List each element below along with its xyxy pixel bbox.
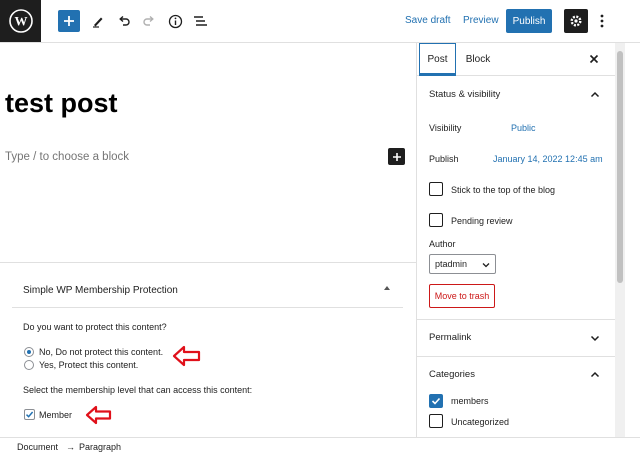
undo-button[interactable] xyxy=(112,9,136,33)
checkmark-icon xyxy=(25,411,34,418)
level-prompt: Select the membership level that can acc… xyxy=(23,385,253,395)
sticky-checkbox[interactable] xyxy=(429,182,443,196)
annotation-arrow-icon xyxy=(172,345,201,367)
pen-icon xyxy=(93,17,103,28)
save-draft-button[interactable]: Save draft xyxy=(405,15,451,26)
visibility-label: Visibility xyxy=(429,123,462,133)
tools-button[interactable] xyxy=(86,9,110,33)
add-block-button[interactable] xyxy=(58,10,80,32)
sidebar-scrollbar-thumb[interactable] xyxy=(617,51,623,283)
caret-up-icon[interactable] xyxy=(384,286,390,290)
meta-box-header[interactable]: Simple WP Membership Protection xyxy=(12,273,403,308)
checkmark-icon xyxy=(431,397,441,405)
visibility-value[interactable]: Public xyxy=(511,123,536,133)
publish-label: Publish xyxy=(429,154,459,164)
category-members-label: members xyxy=(451,396,489,406)
preview-button[interactable]: Preview xyxy=(463,15,499,26)
publish-date-value[interactable]: January 14, 2022 12:45 am xyxy=(493,154,603,164)
undo-icon xyxy=(119,15,130,26)
list-view-icon xyxy=(193,16,207,26)
categories-title: Categories xyxy=(429,369,475,380)
move-to-trash-button[interactable]: Move to trash xyxy=(429,284,495,308)
author-select[interactable]: ptadmin xyxy=(429,254,496,274)
wordpress-logo-button[interactable]: W xyxy=(0,0,41,42)
author-label: Author xyxy=(429,239,456,249)
radio-no-protect-label: No, Do not protect this content. xyxy=(39,347,164,357)
settings-button[interactable] xyxy=(564,9,588,33)
radio-protect-label: Yes, Protect this content. xyxy=(39,360,139,370)
editor-top-toolbar: W Save draft Preview Publish xyxy=(0,0,640,43)
meta-boxes-area: Simple WP Membership Protection Do you w… xyxy=(0,262,416,438)
chevron-down-icon xyxy=(482,263,490,268)
status-visibility-title: Status & visibility xyxy=(429,89,501,100)
publish-button[interactable]: Publish xyxy=(506,9,552,33)
permalink-title: Permalink xyxy=(429,332,472,343)
author-select-value: ptadmin xyxy=(435,259,468,269)
member-level-checkbox[interactable] xyxy=(24,409,35,420)
wordpress-logo-icon: W xyxy=(8,9,33,33)
status-visibility-panel-toggle[interactable]: Status & visibility xyxy=(417,77,615,113)
close-sidebar-button[interactable] xyxy=(587,52,601,66)
pending-review-checkbox[interactable] xyxy=(429,213,443,227)
category-uncategorized-label: Uncategorized xyxy=(451,417,510,427)
breadcrumb-paragraph[interactable]: Paragraph xyxy=(79,442,121,452)
chevron-up-icon xyxy=(590,371,600,378)
plus-icon xyxy=(392,152,401,161)
list-view-button[interactable] xyxy=(188,9,212,33)
annotation-arrow-icon xyxy=(85,405,112,425)
chevron-down-icon xyxy=(590,335,600,342)
radio-no-protect[interactable] xyxy=(24,347,34,357)
meta-box-title: Simple WP Membership Protection xyxy=(23,285,178,296)
categories-panel-toggle[interactable]: Categories xyxy=(417,357,615,393)
breadcrumb-document[interactable]: Document xyxy=(17,442,58,452)
category-uncategorized-checkbox[interactable] xyxy=(429,414,443,428)
protect-question: Do you want to protect this content? xyxy=(23,322,167,332)
sticky-label: Stick to the top of the blog xyxy=(451,185,556,195)
member-level-label: Member xyxy=(39,410,73,420)
post-title[interactable]: test post xyxy=(5,88,118,119)
details-button[interactable] xyxy=(163,9,187,33)
breadcrumb-separator: → xyxy=(66,442,75,452)
redo-button[interactable] xyxy=(137,9,161,33)
gear-icon xyxy=(570,15,582,27)
membership-protection-box: Simple WP Membership Protection Do you w… xyxy=(12,273,403,433)
vertical-ellipsis-icon xyxy=(600,14,604,28)
block-inserter-button[interactable] xyxy=(388,148,405,165)
plus-icon xyxy=(64,16,74,26)
options-menu-button[interactable] xyxy=(594,9,610,33)
close-icon xyxy=(589,54,599,64)
chevron-up-icon xyxy=(590,91,600,98)
permalink-panel-toggle[interactable]: Permalink xyxy=(417,320,615,356)
sidebar-tabs: Post Block xyxy=(417,43,615,76)
tab-post[interactable]: Post xyxy=(419,43,456,76)
category-members-checkbox[interactable] xyxy=(429,394,443,408)
redo-icon xyxy=(143,15,154,26)
settings-sidebar: Post Block Status & visibility Visibilit… xyxy=(416,43,640,437)
block-breadcrumb-bar: Document → Paragraph xyxy=(0,437,640,456)
svg-text:W: W xyxy=(14,14,27,29)
tab-block[interactable]: Block xyxy=(461,43,495,76)
pending-review-label: Pending review xyxy=(451,216,513,226)
radio-protect[interactable] xyxy=(24,360,34,370)
info-icon xyxy=(168,14,182,28)
block-placeholder[interactable]: Type / to choose a block xyxy=(5,151,129,163)
